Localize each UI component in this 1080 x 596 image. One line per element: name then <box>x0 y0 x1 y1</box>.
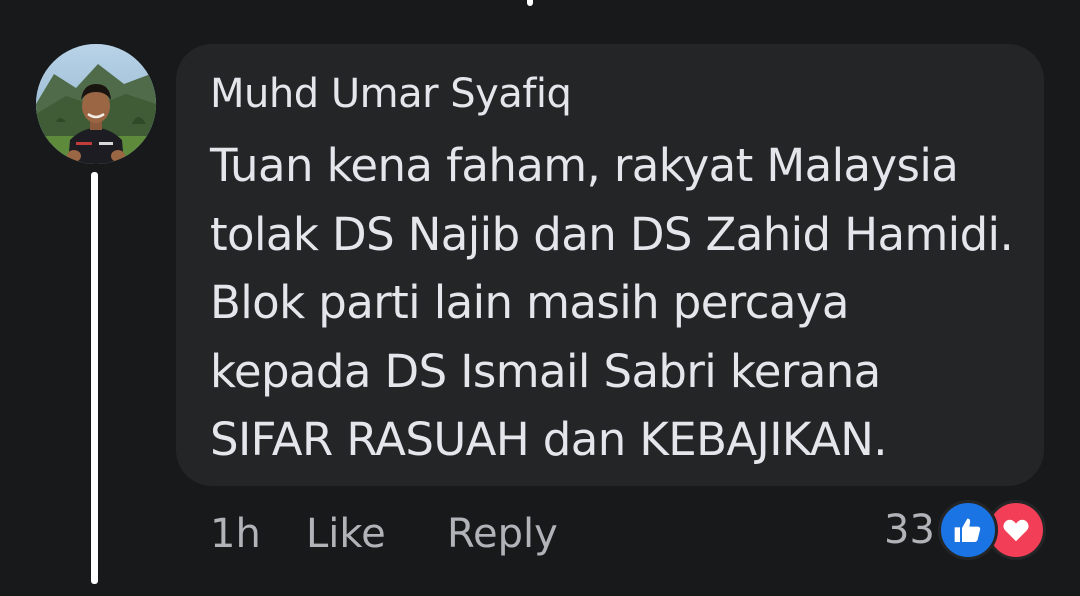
comment-text-line: Blok parti lain masih percaya <box>210 276 849 329</box>
comment-text: Tuan kena faham, rakyat Malaysia tolak D… <box>210 132 1030 475</box>
reaction-count: 33 <box>884 507 935 553</box>
comment-author-name[interactable]: Muhd Umar Syafiq <box>210 66 572 122</box>
thread-connector-line <box>91 172 98 584</box>
comment-text-line: tolak DS Najib dan DS Zahid Hamidi. <box>210 207 1014 261</box>
reply-button[interactable]: Reply <box>447 506 558 562</box>
avatar[interactable] <box>36 44 156 164</box>
like-icon <box>938 500 998 560</box>
comment-text-line: Tuan kena faham, rakyat Malaysia <box>210 139 959 192</box>
avatar-photo <box>36 44 156 164</box>
comment-timestamp[interactable]: 1h <box>210 506 261 562</box>
comment-thread: Muhd Umar Syafiq Tuan kena faham, rakyat… <box>0 0 1080 596</box>
like-button[interactable]: Like <box>306 506 386 562</box>
reaction-summary[interactable]: 33 <box>884 500 1054 560</box>
comment-text-line: SIFAR RASUAH dan KEBAJIKAN. <box>210 413 888 466</box>
comment-text-line: kepada DS Ismail Sabri kerana <box>210 344 881 398</box>
thread-connector-top <box>527 0 533 6</box>
